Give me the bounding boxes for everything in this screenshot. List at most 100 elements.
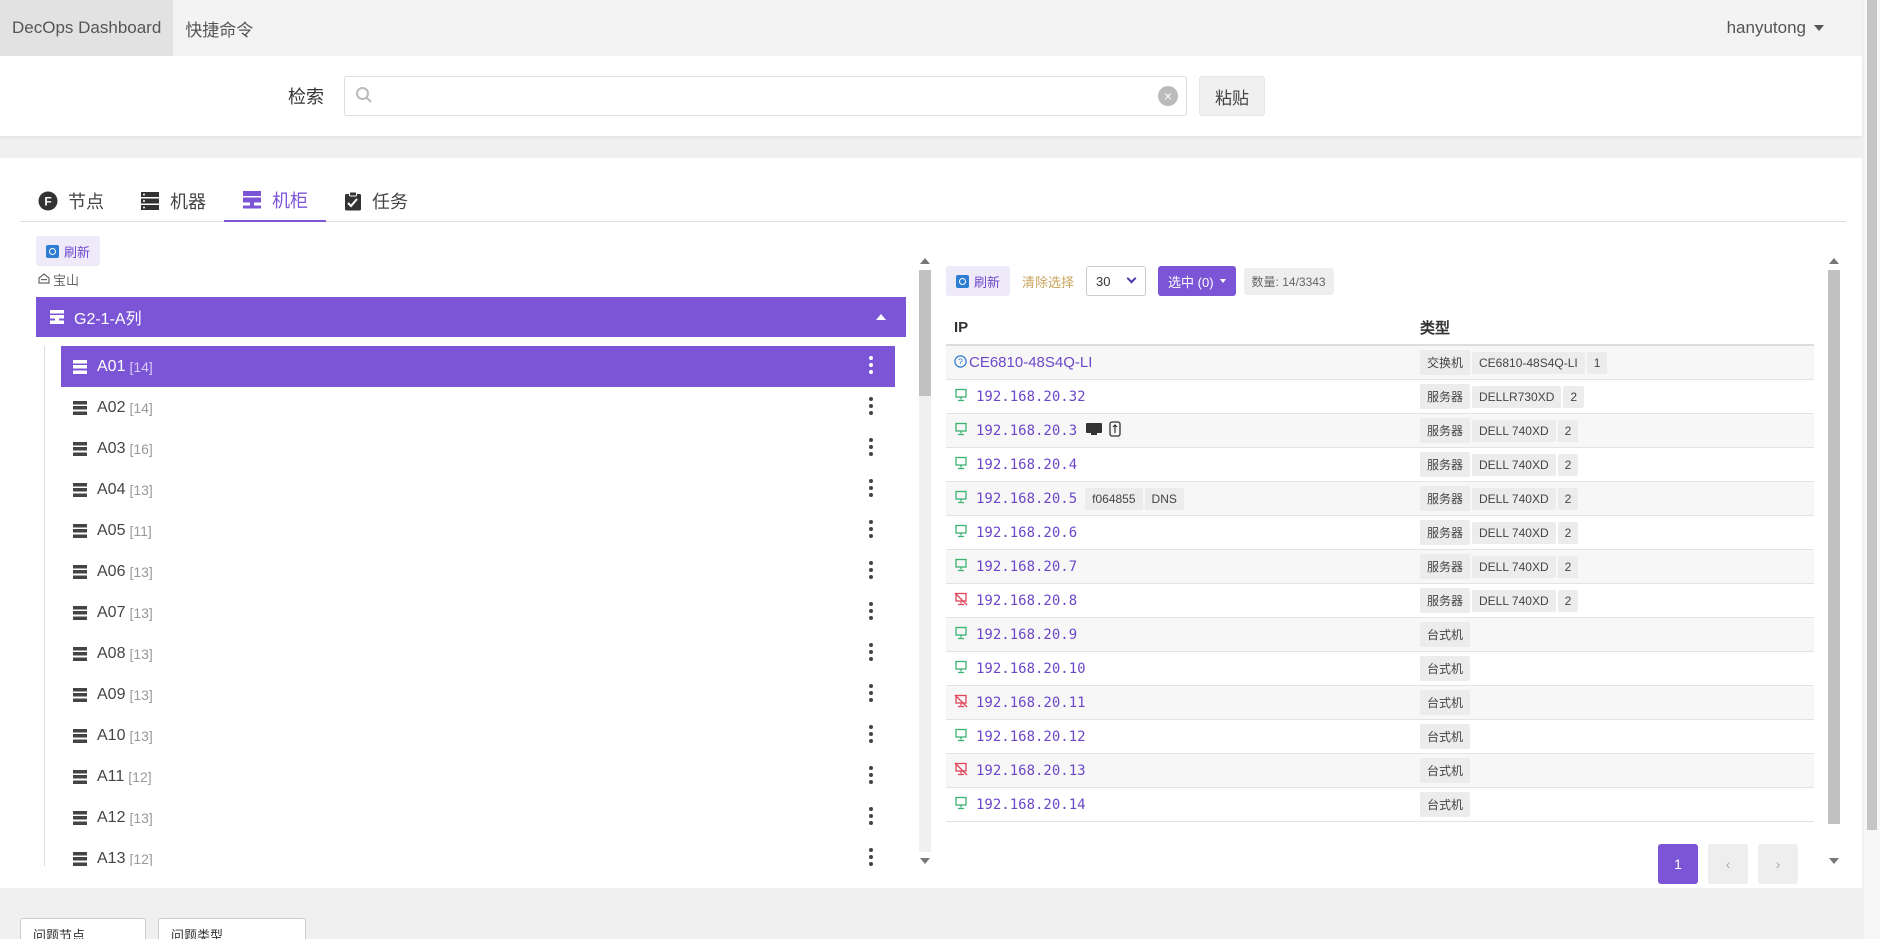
table-row[interactable]: 192.168.20.3 服务器 DELL 740XD 2 bbox=[946, 414, 1814, 448]
more-options-icon[interactable] bbox=[869, 725, 873, 746]
next-page-button[interactable]: › bbox=[1758, 844, 1798, 884]
search-input[interactable] bbox=[381, 83, 1141, 109]
chevron-down-icon bbox=[1126, 273, 1137, 284]
rack-item-a02[interactable]: A02 [14] bbox=[61, 387, 895, 428]
ip-link[interactable]: 192.168.20.12 bbox=[976, 729, 1086, 745]
more-options-icon[interactable] bbox=[869, 684, 873, 705]
rack-item-a06[interactable]: A06 [13] bbox=[61, 551, 895, 592]
more-options-icon[interactable] bbox=[869, 766, 873, 787]
ip-tag: f064855 bbox=[1085, 487, 1143, 510]
tab-racks[interactable]: 机柜 bbox=[224, 180, 326, 222]
tab-nodes[interactable]: F 节点 bbox=[20, 180, 122, 222]
more-options-icon[interactable] bbox=[869, 561, 873, 582]
online-monitor-icon bbox=[954, 796, 968, 813]
ip-link[interactable]: 192.168.20.8 bbox=[976, 593, 1077, 609]
ip-link[interactable]: 192.168.20.10 bbox=[976, 661, 1086, 677]
table-row[interactable]: 192.168.20.14 台式机 bbox=[946, 788, 1814, 822]
table-row[interactable]: 192.168.20.8 服务器 DELL 740XD 2 bbox=[946, 584, 1814, 618]
left-refresh-button[interactable]: 刷新 bbox=[36, 236, 101, 266]
rack-count: [11] bbox=[129, 522, 152, 539]
rack-item-a10[interactable]: A10 [13] bbox=[61, 715, 895, 756]
ip-link[interactable]: 192.168.20.14 bbox=[976, 797, 1086, 813]
prev-page-button[interactable]: ‹ bbox=[1708, 844, 1748, 884]
rack-item-a08[interactable]: A08 [13] bbox=[61, 633, 895, 674]
type-tag: 服务器 bbox=[1420, 384, 1471, 409]
machine-toolbar: 刷新 清除选择 30 选中 (0) 数量: 14/3343 bbox=[946, 266, 1334, 296]
more-options-icon[interactable] bbox=[869, 643, 873, 664]
more-options-icon[interactable] bbox=[869, 397, 873, 418]
rack-group-header[interactable]: G2-1-A列 bbox=[36, 297, 906, 337]
ip-link[interactable]: 192.168.20.32 bbox=[976, 389, 1086, 405]
page-size-select[interactable]: 30 bbox=[1086, 266, 1147, 296]
ip-link[interactable]: 192.168.20.3 bbox=[976, 423, 1077, 439]
nav-quick-commands[interactable]: 快捷命令 bbox=[173, 16, 265, 41]
right-refresh-button[interactable]: 刷新 bbox=[946, 266, 1011, 296]
selected-dropdown-button[interactable]: 选中 (0) bbox=[1158, 266, 1236, 296]
table-row[interactable]: 192.168.20.11 台式机 bbox=[946, 686, 1814, 720]
rack-item-a12[interactable]: A12 [13] bbox=[61, 797, 895, 838]
more-options-icon[interactable] bbox=[869, 602, 873, 623]
tab-bar: F 节点 机器 机柜 任务 bbox=[20, 180, 1846, 222]
usb-icon[interactable] bbox=[1109, 421, 1121, 440]
type-tag: 1 bbox=[1586, 351, 1608, 374]
type-tag: DELL 740XD bbox=[1472, 453, 1556, 476]
table-row[interactable]: 192.168.20.12 台式机 bbox=[946, 720, 1814, 754]
table-row[interactable]: ? CE6810-48S4Q-LI 交换机 CE6810-48S4Q-LI 1 bbox=[946, 346, 1814, 380]
rack-item-a13[interactable]: A13 [12] bbox=[61, 838, 895, 866]
rack-item-a01[interactable]: A01 [14] bbox=[61, 346, 895, 387]
page-1-button[interactable]: 1 bbox=[1658, 844, 1698, 884]
clear-search-icon[interactable]: × bbox=[1158, 86, 1178, 106]
group-label: G2-1-A列 bbox=[74, 311, 142, 328]
paste-button[interactable]: 粘贴 bbox=[1199, 76, 1265, 116]
tab-tasks[interactable]: 任务 bbox=[326, 180, 426, 222]
more-options-icon[interactable] bbox=[869, 848, 873, 866]
rack-item-a07[interactable]: A07 [13] bbox=[61, 592, 895, 633]
rack-item-a09[interactable]: A09 [13] bbox=[61, 674, 895, 715]
ip-link[interactable]: 192.168.20.11 bbox=[976, 695, 1086, 711]
right-panel-scrollbar[interactable] bbox=[1826, 256, 1842, 866]
type-tag: 2 bbox=[1557, 487, 1579, 510]
rack-item-a11[interactable]: A11 [12] bbox=[61, 756, 895, 797]
brand-link[interactable]: DecOps Dashboard bbox=[0, 0, 174, 56]
more-options-icon[interactable] bbox=[869, 438, 873, 459]
ip-link[interactable]: 192.168.20.4 bbox=[976, 457, 1077, 473]
rack-icon bbox=[50, 310, 64, 324]
table-row[interactable]: 192.168.20.4 服务器 DELL 740XD 2 bbox=[946, 448, 1814, 482]
table-row[interactable]: 192.168.20.7 服务器 DELL 740XD 2 bbox=[946, 550, 1814, 584]
clear-selection-link[interactable]: 清除选择 bbox=[1022, 272, 1074, 291]
more-options-icon[interactable] bbox=[869, 807, 873, 828]
ip-link[interactable]: 192.168.20.6 bbox=[976, 525, 1077, 541]
user-menu[interactable]: hanyutong bbox=[1727, 0, 1824, 56]
type-tag: CE6810-48S4Q-LI bbox=[1472, 351, 1585, 374]
ip-link[interactable]: 192.168.20.9 bbox=[976, 627, 1077, 643]
problem-type-filter[interactable]: 问题类型 bbox=[158, 918, 306, 939]
ip-link[interactable]: 192.168.20.13 bbox=[976, 763, 1086, 779]
table-row[interactable]: 192.168.20.9 台式机 bbox=[946, 618, 1814, 652]
ip-link[interactable]: 192.168.20.7 bbox=[976, 559, 1077, 575]
type-tag: 服务器 bbox=[1420, 588, 1471, 613]
table-row[interactable]: 192.168.20.6 服务器 DELL 740XD 2 bbox=[946, 516, 1814, 550]
table-row[interactable]: 192.168.20.5 f064855 DNS 服务器 DELL 740XD 2 bbox=[946, 482, 1814, 516]
left-panel-scrollbar[interactable] bbox=[917, 256, 933, 866]
rack-icon bbox=[242, 190, 262, 210]
more-options-icon[interactable] bbox=[869, 479, 873, 500]
monitor-icon[interactable] bbox=[1085, 422, 1103, 439]
ip-link[interactable]: 192.168.20.5 bbox=[976, 491, 1077, 507]
table-row[interactable]: 192.168.20.32 服务器 DELLR730XD 2 bbox=[946, 380, 1814, 414]
rack-item-a04[interactable]: A04 [13] bbox=[61, 469, 895, 510]
rack-icon bbox=[73, 646, 87, 661]
more-options-icon[interactable] bbox=[869, 520, 873, 541]
ip-tag: DNS bbox=[1144, 487, 1184, 510]
ip-link[interactable]: CE6810-48S4Q-LI bbox=[969, 354, 1092, 371]
rack-item-a03[interactable]: A03 [16] bbox=[61, 428, 895, 469]
tab-machines[interactable]: 机器 bbox=[122, 180, 224, 222]
column-header-ip[interactable]: IP bbox=[946, 319, 1420, 336]
rack-item-a05[interactable]: A05 [11] bbox=[61, 510, 895, 551]
collapse-up-icon[interactable] bbox=[876, 314, 886, 320]
more-options-icon[interactable] bbox=[869, 356, 873, 377]
column-header-type[interactable]: 类型 bbox=[1420, 317, 1450, 338]
page-scrollbar[interactable] bbox=[1864, 0, 1880, 939]
table-row[interactable]: 192.168.20.10 台式机 bbox=[946, 652, 1814, 686]
problem-node-filter[interactable]: 问题节点 bbox=[20, 918, 146, 939]
table-row[interactable]: 192.168.20.13 台式机 bbox=[946, 754, 1814, 788]
